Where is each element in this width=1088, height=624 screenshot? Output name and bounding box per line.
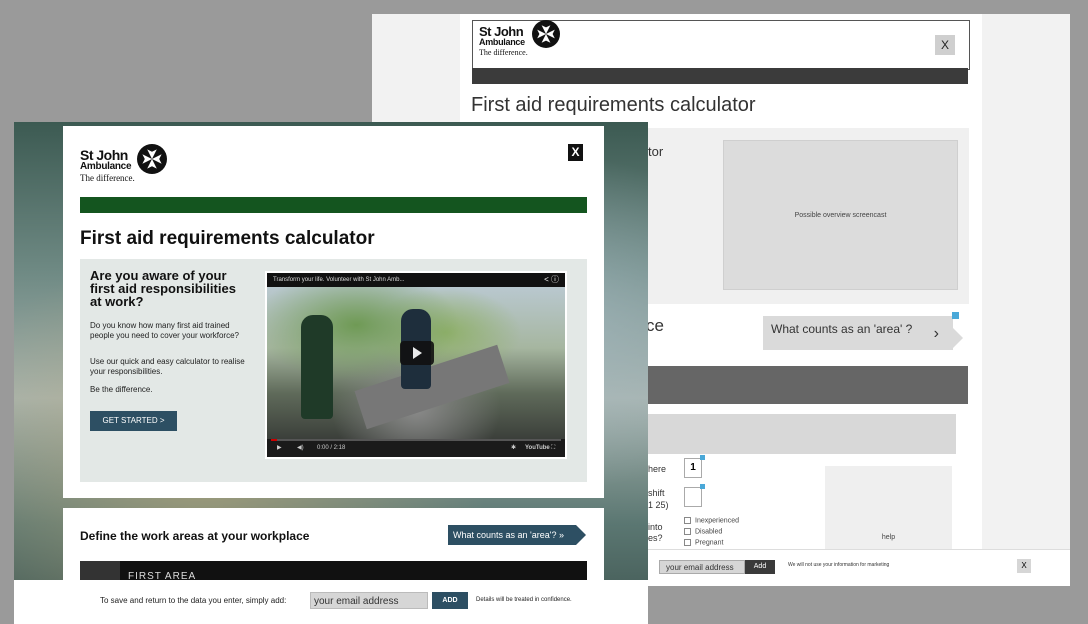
save-instructions: To save and return to the data you enter…: [100, 596, 287, 605]
video-title[interactable]: Transform your life. Volunteer with St J…: [273, 277, 405, 283]
wireframe-email-input[interactable]: your email address: [659, 560, 745, 574]
maltese-cross-icon: [136, 143, 167, 174]
main-card: St John Ambulance The difference. X Firs…: [63, 126, 604, 498]
wireframe-close-button[interactable]: X: [935, 35, 955, 55]
checkbox-inexperienced[interactable]: Inexperienced: [684, 517, 739, 524]
video-person: [301, 315, 333, 419]
wireframe-fragment: es?: [648, 533, 663, 543]
wireframe-area-help-button[interactable]: What counts as an 'area' ? ›: [763, 312, 959, 350]
info-icon[interactable]: [952, 312, 959, 319]
intro-paragraph: Be the difference.: [90, 385, 153, 394]
area-help-label: What counts as an 'area' ?: [771, 322, 913, 336]
checkbox-pregnant[interactable]: Pregnant: [684, 539, 723, 546]
play-icon[interactable]: [400, 341, 434, 365]
brand-logo: St John Ambulance The difference.: [80, 143, 167, 183]
volume-icon[interactable]: ◀): [297, 439, 304, 457]
add-button[interactable]: ADD: [432, 592, 468, 609]
wireframe-screencast-placeholder[interactable]: Possible overview screencast: [723, 140, 958, 290]
checkbox-icon: [684, 528, 691, 535]
wireframe-fragment: ce: [646, 316, 664, 335]
share-icon[interactable]: < ⓘ: [544, 273, 559, 287]
checkbox-icon: [684, 539, 691, 546]
help-label: help: [881, 534, 896, 541]
video-title-bar: Transform your life. Volunteer with St J…: [267, 273, 565, 287]
checkbox-label: Inexperienced: [695, 517, 739, 525]
get-started-button[interactable]: GET STARTED >: [90, 411, 177, 431]
people-count-input[interactable]: 1: [684, 455, 705, 478]
video-time: 0:00 / 2:18: [317, 445, 346, 451]
intro-heading: Are you aware of your first aid responsi…: [90, 268, 236, 309]
checkbox-disabled[interactable]: Disabled: [684, 528, 722, 535]
checkbox-icon: [684, 517, 691, 524]
brand-line2: Ambulance: [80, 161, 132, 172]
save-footer: To save and return to the data you enter…: [14, 580, 648, 624]
brand-logo: St John Ambulance The difference.: [479, 20, 560, 57]
youtube-logo-icon[interactable]: YouTube: [525, 439, 550, 457]
info-icon[interactable]: [700, 484, 705, 489]
wireframe-fragment: here: [648, 464, 667, 474]
wireframe-add-button[interactable]: Add: [745, 560, 775, 574]
checkbox-label: Pregnant: [695, 539, 724, 547]
email-input[interactable]: your email address: [310, 592, 428, 609]
wireframe-fragment: tor: [648, 144, 664, 159]
wireframe-title: First aid requirements calculator: [471, 94, 756, 116]
video-controls: ▶ ◀) 0:00 / 2:18 ✱ YouTube ⛶: [267, 439, 565, 457]
confidentiality-note: Details will be treated in confidence.: [476, 597, 572, 603]
brand-green-bar: [80, 197, 587, 213]
close-button[interactable]: X: [568, 144, 583, 161]
wireframe-fragment: into: [648, 522, 663, 532]
info-icon[interactable]: [700, 455, 705, 460]
intro-paragraph: Use our quick and easy calculator to rea…: [90, 357, 245, 376]
intro-paragraph: Do you know how many first aid trained p…: [90, 321, 239, 340]
wireframe-fragment: shift: [648, 488, 665, 498]
checkbox-label: Disabled: [695, 528, 723, 536]
brand-line1: St John: [80, 147, 128, 163]
brand-tagline: The difference.: [80, 173, 135, 183]
calculator-window: St John Ambulance The difference. X Firs…: [14, 122, 648, 624]
page-title: First aid requirements calculator: [80, 228, 375, 249]
brand-line2: Ambulance: [479, 37, 525, 47]
wireframe-dark-bar: [472, 68, 968, 84]
intro-panel: Are you aware of your first aid responsi…: [80, 259, 587, 482]
play-small-icon[interactable]: ▶: [277, 439, 282, 457]
define-areas-heading: Define the work areas at your workplace: [80, 529, 310, 543]
video-player[interactable]: Transform your life. Volunteer with St J…: [265, 271, 567, 459]
area-help-button[interactable]: What counts as an 'area'? »: [448, 525, 576, 545]
wireframe-help-box: help: [825, 466, 952, 554]
arrow-tip: [576, 525, 586, 545]
settings-icon[interactable]: ✱: [511, 439, 516, 457]
wireframe-fragment: 1 25): [648, 500, 669, 510]
wireframe-subsection-bar: [646, 414, 956, 454]
wireframe-header: St John Ambulance The difference. X: [472, 20, 970, 70]
screencast-label: Possible overview screencast: [794, 211, 887, 219]
video-progress-bar[interactable]: [271, 439, 561, 441]
fullscreen-icon[interactable]: ⛶: [551, 439, 555, 457]
arrow-tip: [953, 328, 963, 348]
people-count-value: 1: [690, 462, 696, 473]
wireframe-footer-close-button[interactable]: X: [1017, 559, 1031, 573]
wireframe-marketing-notice: We will not use your information for mar…: [788, 562, 890, 568]
wireframe-section-bar: [646, 366, 968, 404]
brand-tagline: The difference.: [479, 48, 528, 57]
chevron-right-icon: ›: [933, 325, 939, 342]
shift-count-input[interactable]: [684, 484, 705, 507]
maltese-cross-icon: [531, 20, 560, 48]
